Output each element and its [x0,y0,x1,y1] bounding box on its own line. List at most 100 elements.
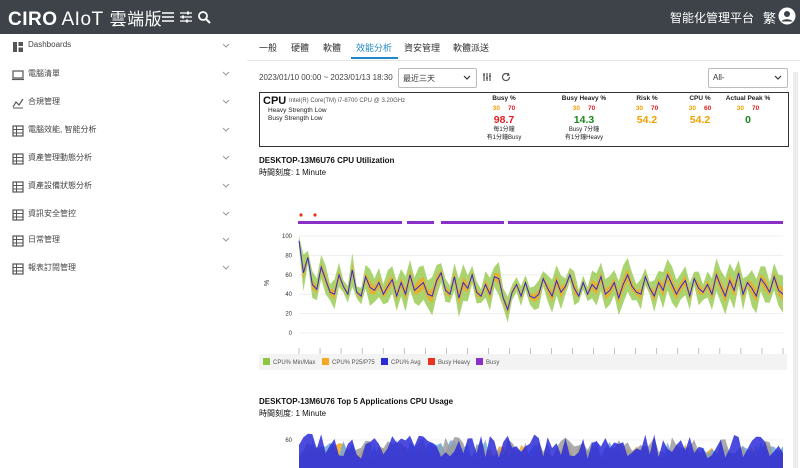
chart-title: DESKTOP-13M6U76 Top 5 Applications CPU U… [259,397,454,406]
cpu-summary-box: CPU Intel(R) Core(TM) i7-8700 CPU @ 3.20… [259,92,789,147]
tab-software-deploy[interactable]: 軟體派送 [453,41,489,54]
tab-performance[interactable]: 效能分析 [356,41,392,54]
menu-icon[interactable] [160,9,176,25]
sidebar-item-daily[interactable]: 日常管理 [0,228,247,254]
metric-header: Actual Peak % [725,95,771,102]
metric-busy: Busy % 30 70 98.7 每1分鐘 有1分鐘Busy [464,95,544,142]
user-account-icon[interactable] [778,7,796,25]
metric-thresholds: 30 70 [464,105,544,112]
refresh-icon[interactable] [501,72,511,82]
chevron-down-icon [222,237,230,242]
threshold-low: 30 [572,105,580,112]
metric-thresholds: 30 70 [708,105,788,112]
legend-item[interactable]: CPU% P25/P75 [322,358,375,366]
sidebar-item-dashboards[interactable]: Dashboards [0,34,247,60]
metric-actual-peak: Actual Peak % 30 70 0 [708,95,788,126]
search-icon[interactable] [196,9,212,25]
metric-header: Busy % [492,95,516,102]
y-tick-label: 60 [285,438,292,444]
metric-value: 98.7 [493,114,515,126]
chevron-down-icon [222,127,230,132]
legend-item[interactable]: Busy Heavy [428,358,470,366]
cpu-utilization-chart: 100806040200%030405001020304050010203040… [264,213,784,354]
metric-note: Busy 7分鐘 [568,127,600,133]
legend-item[interactable]: CPU% Min/Max [263,358,315,366]
sidebar-item-security[interactable]: 資訊安全管控 [0,202,247,228]
vertical-scrollbar[interactable] [793,72,798,468]
sidebar-item-asset-dynamics[interactable]: 資產管理動態分析 [0,146,247,172]
table-icon [12,153,24,165]
sidebar-item-compliance[interactable]: 合規管理 [0,90,247,116]
chevron-down-icon [222,211,230,216]
legend-label: Busy [486,360,500,366]
metric-note: 有1分鐘Busy [486,135,522,141]
busy-heavy-marker [299,213,303,217]
y-tick-label: 40 [285,292,292,298]
sidebar-item-label: 合規管理 [28,97,60,106]
busy-strength-text: Busy Strength Low [268,115,323,122]
threshold-low: 30 [635,105,643,112]
table-icon [12,125,24,137]
y-tick-label: 60 [285,273,292,279]
logo-bold: CIRO [8,9,58,30]
platform-title: 智能化管理平台 [669,11,754,25]
threshold-high: 70 [752,105,760,112]
legend-label: Busy Heavy [438,360,471,366]
sidebar-item-label: 電腦效能, 智能分析 [28,125,97,134]
y-tick-label: 20 [285,312,292,318]
device-filter-select[interactable]: All- [708,68,788,88]
language-switch[interactable]: 繁 [763,8,776,27]
tab-general[interactable]: 一般 [259,41,277,54]
period-select-value: 最近三天 [403,74,435,83]
threshold-high: 70 [651,105,659,112]
sidebar-item-reports[interactable]: 報表訂閱管理 [0,256,247,282]
filter-sliders-icon[interactable] [178,9,194,25]
sidebar-item-performance[interactable]: 電腦效能, 智能分析 [0,118,247,144]
chevron-down-icon [222,155,230,160]
legend-item[interactable]: CPU% Avg [381,358,421,366]
legend-label: CPU% P25/P75 [332,360,375,366]
legend-label: CPU% Avg [391,360,421,366]
metric-value: 0 [745,114,751,126]
sidebar-item-asset-status[interactable]: 資產設備狀態分析 [0,174,247,200]
busy-heavy-marker [313,213,317,217]
app-logo[interactable]: CIRO AIoT 雲端版 [8,5,162,31]
table-icon [12,235,24,247]
busy-bar [298,221,402,224]
chart-line-icon [12,98,24,109]
cpu-model: Intel(R) Core(TM) i7-8700 CPU @ 3.20GHz [289,98,406,104]
tab-hardware[interactable]: 硬體 [291,41,309,54]
period-select[interactable]: 最近三天 [398,68,477,88]
chevron-down-icon [222,71,230,76]
chevron-down-icon [222,183,230,188]
chevron-down-icon [222,43,230,48]
y-tick-label: 80 [285,253,292,259]
y-axis-label: % [264,280,271,286]
table-icon [12,209,24,221]
column-settings-icon[interactable] [482,72,492,82]
tab-security[interactable]: 資安管理 [404,41,440,54]
threshold-low: 30 [736,105,744,112]
chevron-down-icon [463,75,471,80]
chevron-down-icon [222,99,230,104]
device-filter-value: All- [713,73,725,82]
sidebar-item-label: 電腦清單 [28,69,60,78]
chart-title: DESKTOP-13M6U76 CPU Utilization [259,156,395,165]
metric-note: 有1分鐘Heavy [564,135,604,141]
legend-item[interactable]: Busy [476,358,499,366]
sidebar-item-label: 資產管理動態分析 [28,153,92,162]
sidebar-item-label: 日常管理 [28,235,60,244]
sidebar-item-label: Dashboards [28,40,72,49]
sidebar-item-label: 報表訂閱管理 [28,263,76,272]
tab-software[interactable]: 軟體 [323,41,341,54]
metric-note: 每1分鐘 [493,127,515,133]
date-range-text: 2023/01/10 00:00 ~ 2023/01/13 18:30 [259,73,393,82]
sidebar-item-computers[interactable]: 電腦清單 [0,62,247,88]
tab-bar: 一般 硬體 軟體 效能分析 資安管理 軟體派送 [247,34,800,61]
threshold-low: 30 [688,105,696,112]
sidebar-item-label: 資訊安全管控 [28,209,76,218]
busy-bar [407,221,434,224]
busy-bar [508,221,783,224]
top-bar: CIRO AIoT 雲端版 智能化管理平台 繁 [0,0,800,34]
busy-bar [441,221,504,224]
